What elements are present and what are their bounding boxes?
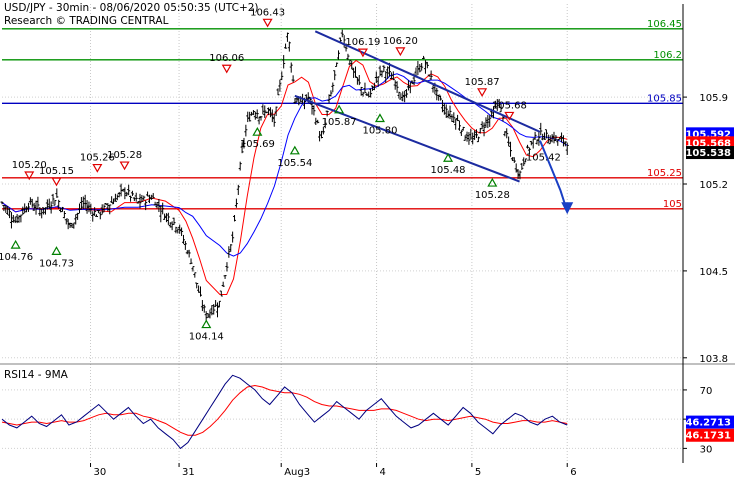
swing-high-label: 105.87	[465, 77, 500, 88]
y-tick-label: 105.2	[699, 180, 728, 191]
x-tick-label: 30	[94, 467, 107, 478]
swing-low-label: 105.80	[362, 126, 397, 137]
swing-high-label: 105.68	[492, 100, 527, 111]
x-tick-label: 4	[380, 467, 386, 478]
swing-low-label: 104.73	[39, 258, 74, 269]
swing-low-label: 104.14	[189, 332, 224, 343]
x-tick-label: 31	[182, 467, 195, 478]
swing-low-label: 105.48	[431, 165, 466, 176]
swing-high-label: 106.20	[383, 36, 418, 47]
last-price-value: 105.538	[685, 148, 731, 159]
rsi-tick-label: 70	[700, 386, 713, 397]
y-tick-label: 105.9	[699, 93, 728, 104]
x-tick-label: 5	[475, 467, 481, 478]
swing-high-label: 105.28	[107, 150, 142, 161]
chart-root: 106.45 106.2 105.85 105.25 105 104.14 104.76 1…	[0, 0, 735, 480]
swing-high-label: 106.19	[345, 37, 380, 48]
target-label: 105.42	[526, 153, 561, 164]
swing-low-label: 105.28	[475, 190, 510, 201]
forex-chart: 106.45106.2105.85105.25105 104.14104.761…	[0, 0, 735, 480]
swing-low-label: 105.54	[277, 158, 312, 169]
level-label: 105	[663, 199, 682, 210]
rsi-title: RSI14 - 9MA	[4, 369, 69, 381]
rsi-last-value: 46.2713	[685, 418, 731, 429]
chart-title: USD/JPY - 30min - 08/06/2020 05:50:35 (U…	[4, 2, 259, 14]
level-label: 106.2	[653, 50, 682, 61]
chart-subtitle: Research © TRADING CENTRAL	[4, 15, 169, 27]
rsi-last-value: 46.1731	[685, 431, 731, 442]
swing-high-label: 105.15	[39, 166, 74, 177]
swing-high-label: 106.06	[209, 53, 244, 64]
x-tick-label: 6	[570, 467, 576, 478]
y-tick-label: 104.5	[699, 267, 728, 278]
swing-low-label: 104.76	[0, 252, 33, 263]
x-tick-label: Aug3	[284, 467, 310, 478]
level-label: 106.45	[647, 19, 682, 30]
swing-low-label: 105.69	[240, 139, 275, 150]
swing-low-label: 105.87	[322, 117, 357, 128]
y-tick-label: 103.8	[699, 354, 728, 365]
level-label: 105.25	[647, 168, 682, 179]
level-label: 105.85	[647, 93, 682, 104]
chart-background	[0, 0, 735, 480]
rsi-tick-label: 30	[700, 444, 713, 455]
